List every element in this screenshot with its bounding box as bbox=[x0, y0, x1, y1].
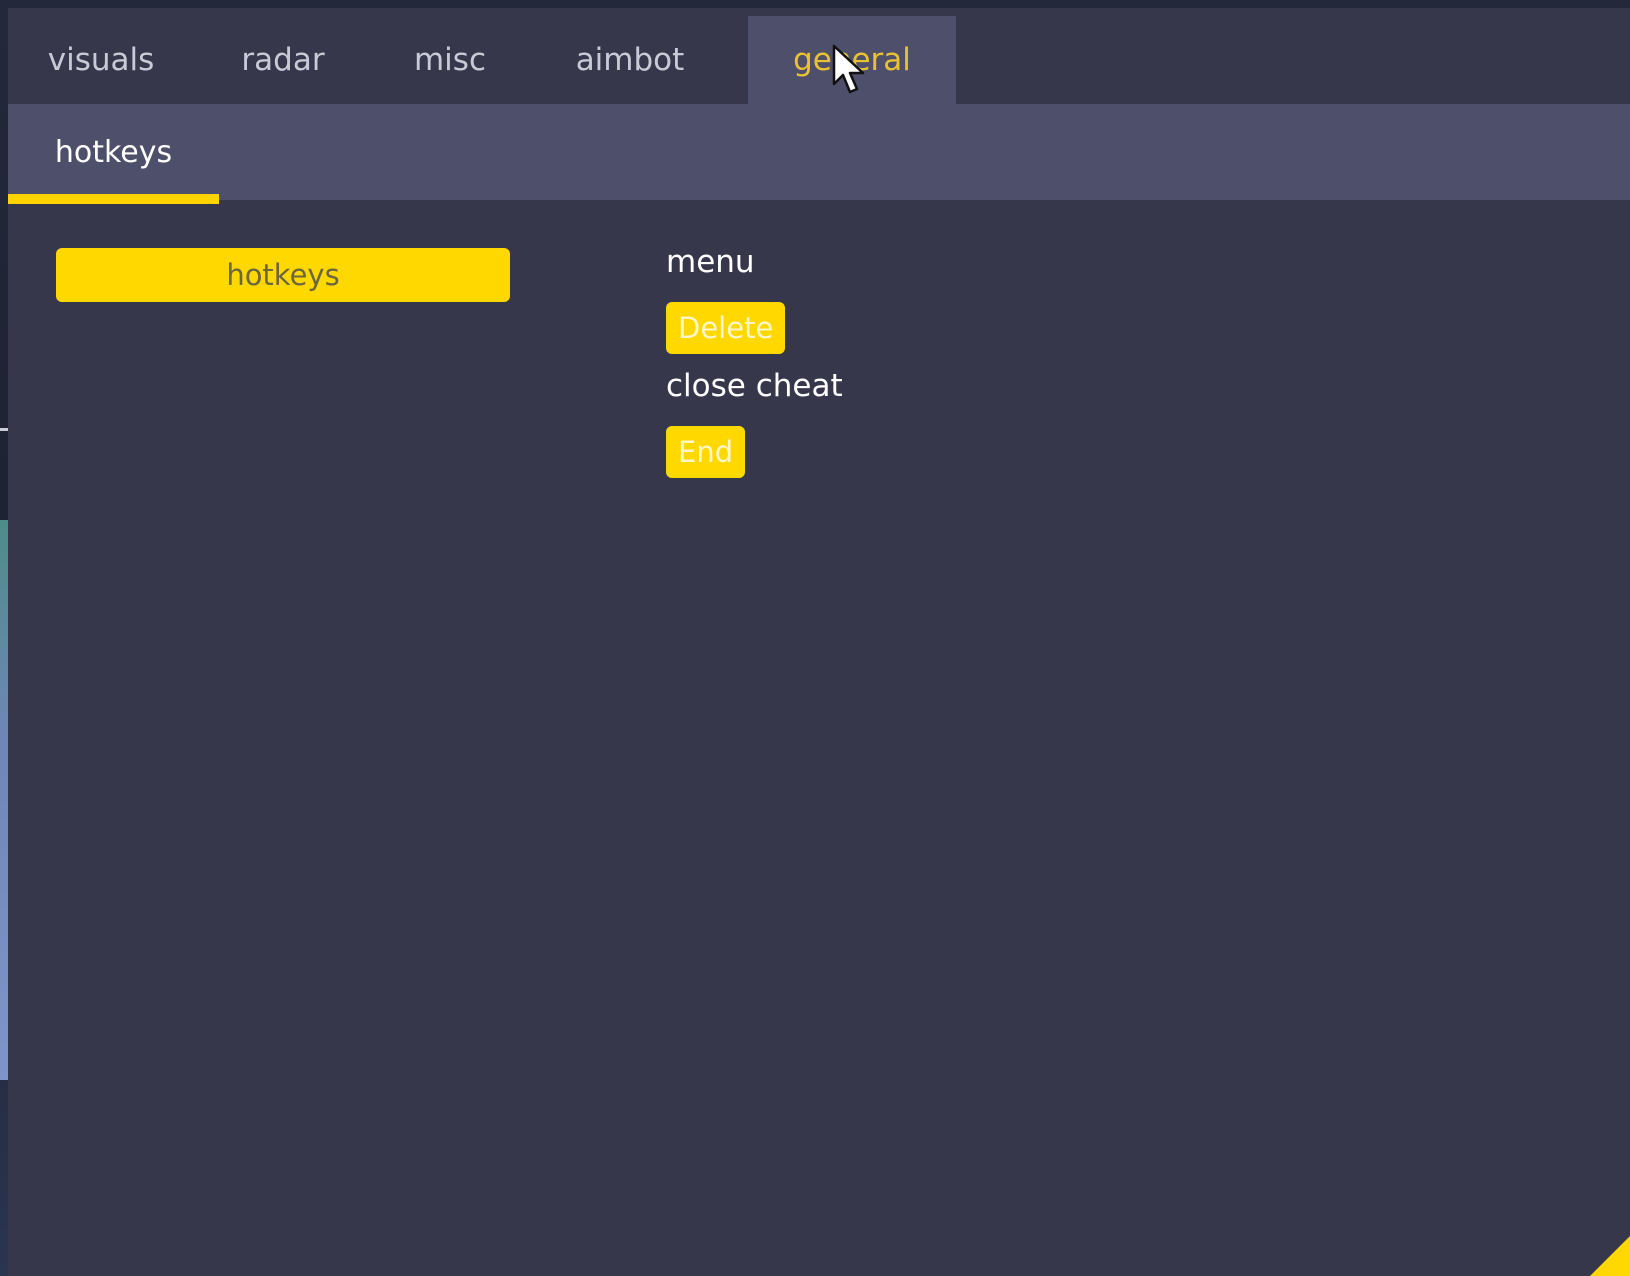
resize-grip-icon[interactable] bbox=[1590, 1236, 1630, 1276]
menu-hotkey-button[interactable]: Delete bbox=[666, 302, 786, 354]
active-subtab-indicator bbox=[8, 194, 219, 204]
tab-radar[interactable]: radar bbox=[228, 16, 338, 104]
mouse-pointer-icon bbox=[832, 44, 865, 94]
close-cheat-hotkey-button[interactable]: End bbox=[666, 426, 746, 478]
tab-visuals[interactable]: visuals bbox=[36, 16, 166, 104]
subtab-hotkeys-label: hotkeys bbox=[54, 134, 173, 170]
subtab-hotkeys[interactable]: hotkeys bbox=[8, 104, 219, 204]
hotkeys-group-button[interactable]: hotkeys bbox=[56, 248, 510, 302]
cheat-menu-window: visuals radar misc aimbot general hotkey… bbox=[8, 8, 1630, 1276]
tab-aimbot[interactable]: aimbot bbox=[560, 16, 700, 104]
sub-tab-bar: hotkeys bbox=[8, 104, 1630, 204]
close-cheat-hotkey-label: close cheat bbox=[666, 368, 843, 404]
menu-hotkey-label: menu bbox=[666, 244, 755, 280]
main-tab-bar: visuals radar misc aimbot general bbox=[8, 8, 1630, 104]
tab-misc[interactable]: misc bbox=[400, 16, 500, 104]
